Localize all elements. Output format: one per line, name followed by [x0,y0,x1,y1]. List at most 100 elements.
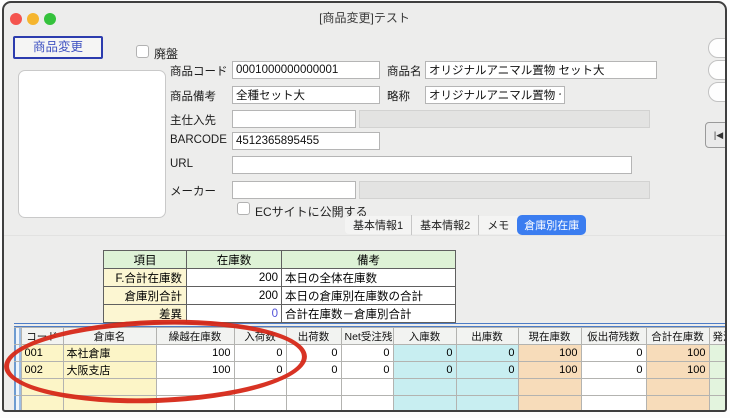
cell-shipment[interactable]: 0 [286,345,341,362]
cell-stock-out[interactable] [456,379,518,396]
product-code-input[interactable] [232,61,380,79]
cell-shipment[interactable]: 0 [286,362,341,379]
cell-stock-out[interactable]: 0 [456,345,518,362]
cell-warehouse-name[interactable]: 大阪支店 [63,362,156,379]
cell-order-remain[interactable] [709,362,727,379]
maker-input[interactable] [232,181,356,199]
side-button-2[interactable] [708,60,727,80]
side-button-1[interactable] [708,38,727,58]
ec-publish-checkbox[interactable] [237,202,250,215]
maker-label: メーカー [170,183,216,199]
summary-qty-value: 200 [187,269,282,287]
tab-memo[interactable]: メモ [479,215,517,235]
col-header-current-stock: 現在庫数 [518,328,581,345]
cell-arrival[interactable] [234,396,286,413]
summary-header-item: 項目 [104,251,187,269]
col-header-temp-shipment: 仮出荷残数 [581,328,646,345]
cell-arrival[interactable] [234,379,286,396]
cell-net-backorder[interactable] [341,379,393,396]
cell-net-backorder[interactable]: 0 [341,362,393,379]
col-header-stock-in: 入庫数 [393,328,456,345]
col-header-total-stock: 合計在庫数 [646,328,709,345]
discontinued-checkbox[interactable] [136,45,149,58]
cell-temp-shipment[interactable] [581,396,646,413]
cell-warehouse-name[interactable] [63,396,156,413]
tab-basic-info-2[interactable]: 基本情報2 [412,215,479,235]
cell-net-backorder[interactable]: 0 [341,345,393,362]
product-code-label: 商品コード [170,63,228,79]
tab-bar: 基本情報1 基本情報2 メモ 倉庫別在庫 [345,216,586,234]
cell-warehouse-name[interactable]: 本社倉庫 [63,345,156,362]
summary-row-total: F.合計在庫数 200 本日の全体在庫数 [104,269,456,287]
product-note-label: 商品備考 [170,88,216,104]
cell-stock-in[interactable]: 0 [393,345,456,362]
cell-net-backorder[interactable] [341,396,393,413]
col-header-stock-out: 出庫数 [456,328,518,345]
first-record-button[interactable]: |◀ [705,122,727,148]
table-row-empty [14,396,727,413]
main-supplier-input[interactable] [232,110,356,128]
row-selector-gutter[interactable] [14,362,21,379]
table-row: 002 大阪支店 100 0 0 0 0 0 100 0 100 [14,362,727,379]
cell-total-stock[interactable]: 100 [646,345,709,362]
cell-code[interactable]: 001 [21,345,63,362]
cell-shipment[interactable] [286,396,341,413]
short-name-input[interactable] [425,86,565,104]
tab-warehouse-stock[interactable]: 倉庫別在庫 [517,215,586,235]
cell-carryover[interactable]: 100 [156,345,234,362]
cell-temp-shipment[interactable]: 0 [581,362,646,379]
cell-total-stock[interactable] [646,379,709,396]
col-header-arrival: 入荷数 [234,328,286,345]
product-note-input[interactable] [232,86,380,104]
url-input[interactable] [232,156,632,174]
row-selector-gutter[interactable] [14,328,21,345]
summary-item-label: 倉庫別合計 [104,287,187,305]
cell-code[interactable]: 002 [21,362,63,379]
summary-item-label: F.合計在庫数 [104,269,187,287]
tab-basic-info-1[interactable]: 基本情報1 [345,215,412,235]
summary-row-difference: 差異 0 合計在庫数－倉庫別合計 [104,305,456,323]
summary-item-label: 差異 [104,305,187,323]
panel-divider [4,235,725,236]
row-selector-gutter[interactable] [14,379,21,396]
cell-current-stock[interactable] [518,396,581,413]
cell-current-stock[interactable]: 100 [518,362,581,379]
row-selector-gutter[interactable] [14,345,21,362]
cell-code[interactable] [21,396,63,413]
cell-stock-in[interactable]: 0 [393,362,456,379]
cell-code[interactable] [21,379,63,396]
barcode-input[interactable] [232,132,380,150]
side-button-3[interactable] [708,82,727,102]
cell-stock-in[interactable] [393,396,456,413]
first-record-icon: |◀ [714,130,723,140]
cell-arrival[interactable]: 0 [234,345,286,362]
warehouse-table-wrap: コード 倉庫名 繰越在庫数 入荷数 出荷数 Net受注残 入庫数 出庫数 現在庫… [14,323,727,412]
cell-total-stock[interactable]: 100 [646,362,709,379]
cell-current-stock[interactable]: 100 [518,345,581,362]
cell-warehouse-name[interactable] [63,379,156,396]
cell-total-stock[interactable] [646,396,709,413]
main-supplier-name-display [359,110,650,128]
col-header-carryover: 繰越在庫数 [156,328,234,345]
cell-shipment[interactable] [286,379,341,396]
row-selector-gutter[interactable] [14,396,21,413]
cell-stock-out[interactable]: 0 [456,362,518,379]
cell-order-remain[interactable] [709,345,727,362]
cell-carryover[interactable] [156,379,234,396]
cell-carryover[interactable] [156,396,234,413]
title-bar[interactable]: [商品変更]テスト [4,3,725,30]
cell-temp-shipment[interactable] [581,379,646,396]
cell-order-remain[interactable] [709,379,727,396]
maker-name-display [359,181,650,199]
cell-stock-out[interactable] [456,396,518,413]
cell-current-stock[interactable] [518,379,581,396]
product-image-box[interactable] [18,70,166,218]
cell-order-remain[interactable] [709,396,727,413]
cell-carryover[interactable]: 100 [156,362,234,379]
cell-stock-in[interactable] [393,379,456,396]
mode-button[interactable]: 商品変更 [13,36,103,59]
cell-arrival[interactable]: 0 [234,362,286,379]
main-supplier-label: 主仕入先 [170,112,216,128]
cell-temp-shipment[interactable]: 0 [581,345,646,362]
product-name-input[interactable] [425,61,657,79]
